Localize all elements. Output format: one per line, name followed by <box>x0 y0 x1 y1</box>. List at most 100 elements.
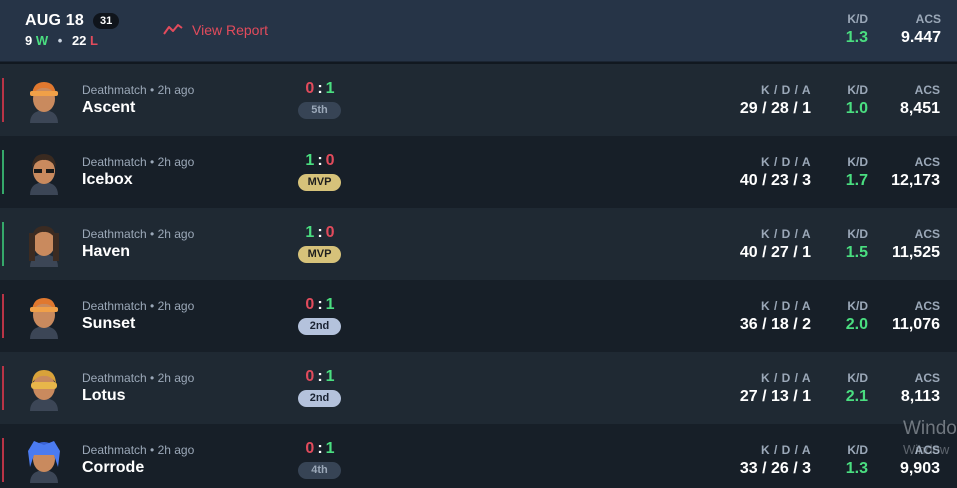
view-report-button[interactable]: View Report <box>163 22 268 38</box>
score-left: 0 <box>305 296 315 313</box>
placement-badge: 5th <box>298 102 341 119</box>
score-right: 1 <box>325 296 335 313</box>
acs-stat: ACS 11,525 <box>892 227 940 262</box>
losses-suffix: L <box>90 33 98 48</box>
result-indicator <box>2 366 4 410</box>
match-score: 0:1 <box>304 368 336 386</box>
acs-value: 11,076 <box>891 316 940 333</box>
kd-label: K/D <box>847 443 868 457</box>
acs-value: 11,525 <box>891 244 940 261</box>
kd-value: 1.7 <box>845 172 868 189</box>
kd-stat: K/D 1.3 <box>846 443 868 478</box>
map-name: Icebox <box>82 171 133 188</box>
kd-stat: K/D 2.1 <box>846 371 868 406</box>
result-indicator <box>2 150 4 194</box>
kda-value: 27 / 13 / 1 <box>739 388 811 405</box>
view-report-label: View Report <box>192 22 269 38</box>
map-name: Haven <box>82 243 131 260</box>
match-score: 0:1 <box>304 440 336 458</box>
acs-label: ACS <box>914 83 940 97</box>
kd-label: K/D <box>847 83 868 97</box>
kd-label: K/D <box>847 371 868 385</box>
acs-label: ACS <box>914 227 940 241</box>
agent-portrait <box>24 149 64 195</box>
match-row[interactable]: Deathmatch • 2h ago Corrode 0:1 4th K / D / … <box>0 424 957 488</box>
score-colon: : <box>317 440 323 457</box>
header-kd-label: K/D <box>847 12 868 26</box>
agent-portrait <box>24 437 64 483</box>
activation-watermark-subtext: Window <box>903 442 950 457</box>
kd-stat: K/D 1.0 <box>846 83 868 118</box>
kd-value: 2.1 <box>845 388 868 405</box>
match-mode-time: Deathmatch • 2h ago <box>82 443 195 457</box>
kda-label: K / D / A <box>760 83 811 97</box>
result-indicator <box>2 438 4 482</box>
match-row[interactable]: Deathmatch • 2h ago Ascent 0:1 5th K / D / A… <box>0 64 957 136</box>
match-row[interactable]: Deathmatch • 2h ago Sunset 0:1 2nd K / D / A… <box>0 280 957 352</box>
score-colon: : <box>317 296 323 313</box>
match-score: 0:1 <box>304 80 336 98</box>
placement-badge: MVP <box>298 246 341 263</box>
kd-label: K/D <box>847 227 868 241</box>
match-mode-time: Deathmatch • 2h ago <box>82 83 195 97</box>
header-kd-stat: K/D 1.3 <box>846 12 868 47</box>
trend-chart-icon <box>163 24 183 35</box>
match-score: 0:1 <box>304 296 336 314</box>
agent-portrait <box>24 365 64 411</box>
score-right: 0 <box>325 224 335 241</box>
map-name: Sunset <box>82 315 136 332</box>
date-label: AUG 18 <box>25 12 84 29</box>
kda-stat: K / D / A 33 / 26 / 3 <box>740 443 811 478</box>
score-left: 0 <box>305 368 315 385</box>
score-colon: : <box>317 368 323 385</box>
kda-label: K / D / A <box>760 299 811 313</box>
placement-badge: 2nd <box>298 390 341 407</box>
agent-portrait <box>24 77 64 123</box>
activation-watermark: Windo <box>903 418 957 439</box>
kd-value: 1.5 <box>845 244 868 261</box>
match-row[interactable]: Deathmatch • 2h ago Haven 1:0 MVP K / D / A 4… <box>0 208 957 280</box>
acs-stat: ACS 11,076 <box>892 299 940 334</box>
result-indicator <box>2 222 4 266</box>
day-summary-header: AUG 18 31 9 W • 22 L View Report K/D 1.3… <box>0 0 957 62</box>
result-indicator <box>2 294 4 338</box>
kda-value: 40 / 23 / 3 <box>739 172 811 189</box>
match-row[interactable]: Deathmatch • 2h ago Lotus 0:1 2nd K / D / A 2… <box>0 352 957 424</box>
kda-label: K / D / A <box>760 443 811 457</box>
map-name: Corrode <box>82 459 145 476</box>
map-name: Lotus <box>82 387 126 404</box>
kd-stat: K/D 2.0 <box>846 299 868 334</box>
score-colon: : <box>317 224 323 241</box>
acs-stat: ACS 8,113 <box>901 371 940 406</box>
acs-value: 8,451 <box>899 100 940 117</box>
acs-value: 12,173 <box>891 172 940 189</box>
header-acs-stat: ACS 9.447 <box>901 12 941 47</box>
kda-label: K / D / A <box>760 371 811 385</box>
kd-label: K/D <box>847 155 868 169</box>
score-right: 1 <box>325 80 335 97</box>
placement-badge: 2nd <box>298 318 341 335</box>
kda-label: K / D / A <box>760 155 811 169</box>
kda-value: 36 / 18 / 2 <box>739 316 811 333</box>
match-count-badge: 31 <box>93 13 120 29</box>
kda-stat: K / D / A 27 / 13 / 1 <box>740 371 811 406</box>
map-name: Ascent <box>82 99 136 116</box>
score-right: 1 <box>325 368 335 385</box>
agent-portrait <box>24 293 64 339</box>
match-mode-time: Deathmatch • 2h ago <box>82 371 195 385</box>
score-colon: : <box>317 80 323 97</box>
win-loss-record: 9 W • 22 L <box>25 33 98 48</box>
agent-portrait <box>24 221 64 267</box>
kda-value: 33 / 26 / 3 <box>739 460 811 477</box>
record-separator: • <box>57 33 63 48</box>
score-left: 1 <box>305 152 315 169</box>
header-acs-label: ACS <box>915 12 941 26</box>
score-colon: : <box>317 152 323 169</box>
kd-stat: K/D 1.7 <box>846 155 868 190</box>
match-row[interactable]: Deathmatch • 2h ago Icebox 1:0 MVP K / D / A… <box>0 136 957 208</box>
placement-badge: 4th <box>298 462 341 479</box>
losses-count: 22 <box>71 33 87 48</box>
acs-stat: ACS 8,451 <box>900 83 940 118</box>
kda-stat: K / D / A 40 / 27 / 1 <box>740 227 811 262</box>
match-score: 1:0 <box>304 224 336 242</box>
